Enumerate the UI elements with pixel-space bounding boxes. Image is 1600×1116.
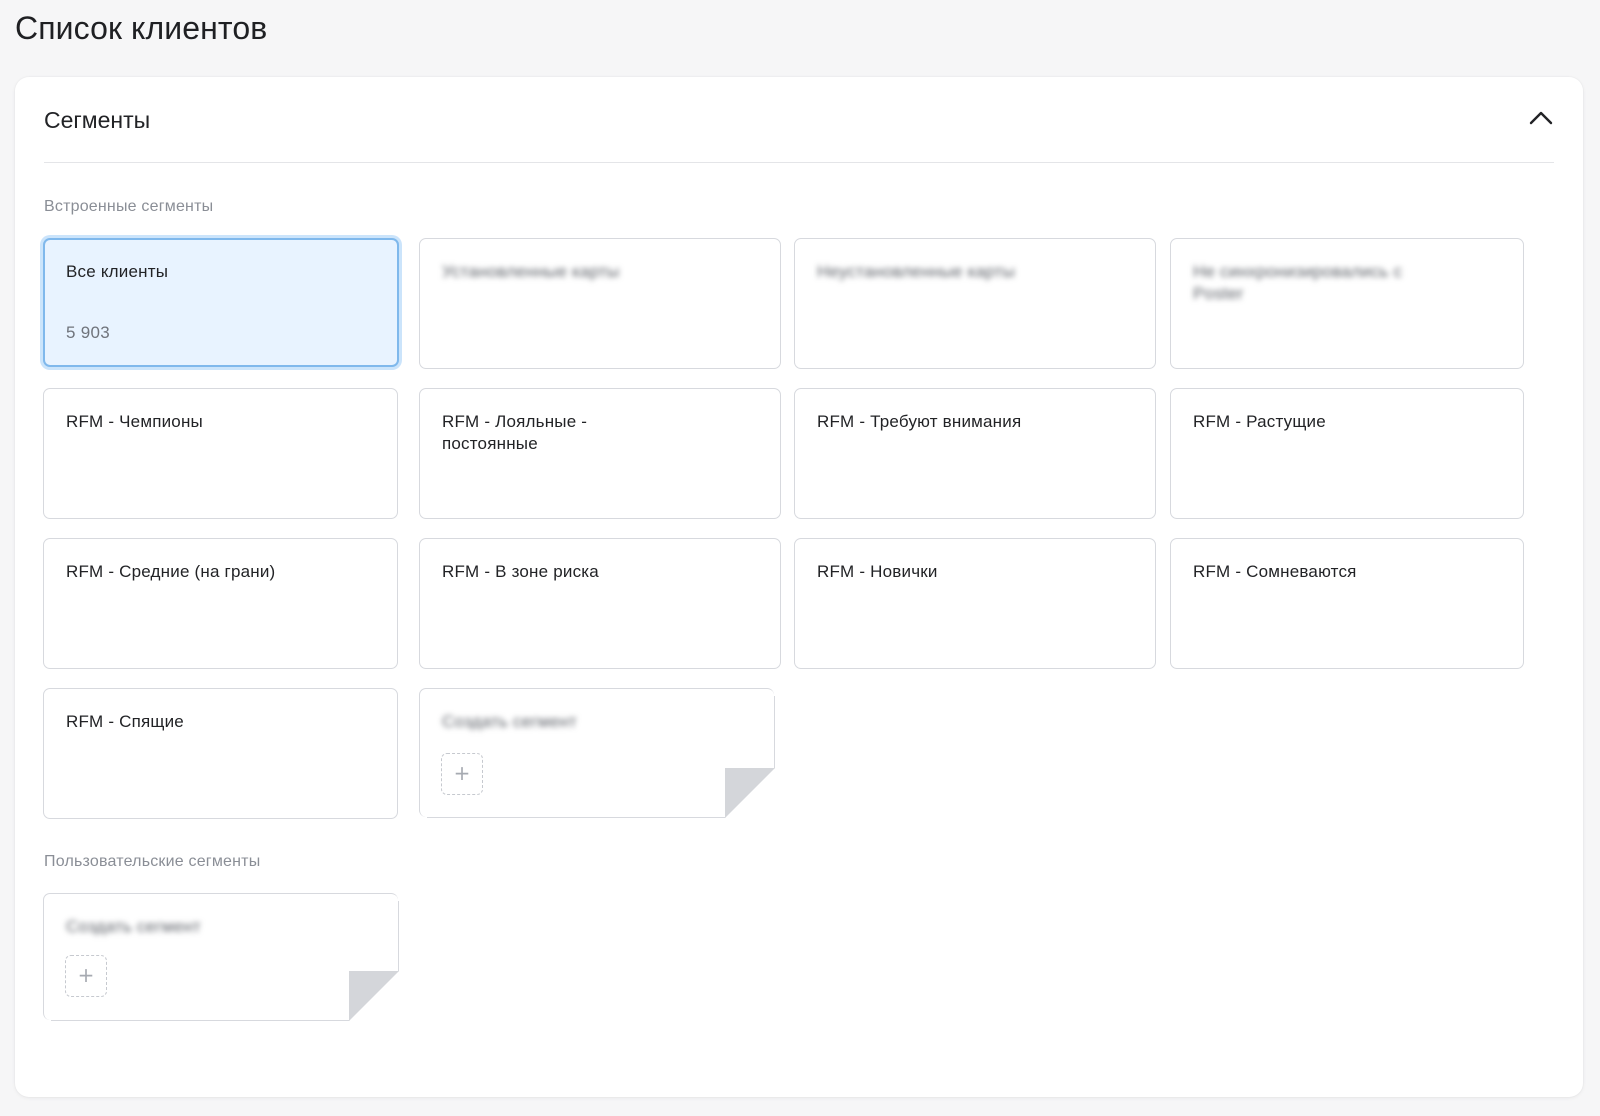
segments-panel-header[interactable]: Сегменты bbox=[44, 77, 1554, 163]
segment-card-label: RFM - Чемпионы bbox=[66, 412, 203, 431]
segment-card-rfm-need-attention[interactable]: RFM - Требуют внимания bbox=[794, 388, 1156, 519]
segment-card-rfm-average[interactable]: RFM - Средние (на грани) bbox=[43, 538, 398, 669]
segment-card-label: Неустановленные карты bbox=[817, 262, 1015, 281]
segment-card-rfm-sleeping[interactable]: RFM - Спящие bbox=[43, 688, 398, 819]
create-segment-card-builtin[interactable]: Создать сегмент + bbox=[419, 688, 775, 818]
segment-card-rfm-doubting[interactable]: RFM - Сомневаются bbox=[1170, 538, 1524, 669]
page-title: Список клиентов bbox=[15, 10, 268, 46]
create-segment-label: Создать сегмент bbox=[442, 712, 577, 731]
chevron-up-icon bbox=[1529, 111, 1553, 125]
create-segment-card-custom[interactable]: Создать сегмент + bbox=[43, 893, 399, 1021]
segment-card-rfm-loyal[interactable]: RFM - Лояльные - постоянные bbox=[419, 388, 781, 519]
segment-card-not-synced[interactable]: Не синхронизировались с Poster bbox=[1170, 238, 1524, 369]
segment-card-label: RFM - Новички bbox=[817, 562, 938, 581]
segment-card-label: RFM - Спящие bbox=[66, 712, 184, 731]
segment-card-installed-cards[interactable]: Установленные карты bbox=[419, 238, 781, 369]
segment-card-label: RFM - Лояльные - постоянные bbox=[442, 412, 588, 453]
create-segment-label: Создать сегмент bbox=[66, 917, 201, 936]
segment-card-count: 5 903 bbox=[66, 323, 111, 342]
page-fold-icon bbox=[725, 768, 775, 818]
segment-card-label: Все клиенты bbox=[66, 262, 169, 281]
segment-card-rfm-newcomers[interactable]: RFM - Новички bbox=[794, 538, 1156, 669]
custom-segments-label: Пользовательские сегменты bbox=[44, 853, 261, 870]
segment-card-label: RFM - Требуют внимания bbox=[817, 412, 1022, 431]
segment-card-label: Установленные карты bbox=[442, 262, 620, 281]
collapse-button[interactable] bbox=[1525, 103, 1557, 135]
segment-card-not-installed-cards[interactable]: Неустановленные карты bbox=[794, 238, 1156, 369]
segment-card-label: RFM - В зоне риска bbox=[442, 562, 599, 581]
segment-card-label: RFM - Средние (на грани) bbox=[66, 562, 276, 581]
segment-card-rfm-champions[interactable]: RFM - Чемпионы bbox=[43, 388, 398, 519]
plus-icon[interactable]: + bbox=[65, 955, 107, 997]
segment-card-label: RFM - Растущие bbox=[1193, 412, 1326, 431]
segments-panel-title: Сегменты bbox=[44, 107, 151, 133]
segment-card-all-clients[interactable]: Все клиенты 5 903 bbox=[43, 238, 399, 367]
segment-card-label: Не синхронизировались с Poster bbox=[1193, 262, 1403, 303]
page-fold-icon bbox=[349, 971, 399, 1021]
builtin-segments-label: Встроенные сегменты bbox=[44, 198, 214, 215]
segment-card-rfm-at-risk[interactable]: RFM - В зоне риска bbox=[419, 538, 781, 669]
segment-card-rfm-growing[interactable]: RFM - Растущие bbox=[1170, 388, 1524, 519]
plus-icon[interactable]: + bbox=[441, 753, 483, 795]
segment-card-label: RFM - Сомневаются bbox=[1193, 562, 1357, 581]
